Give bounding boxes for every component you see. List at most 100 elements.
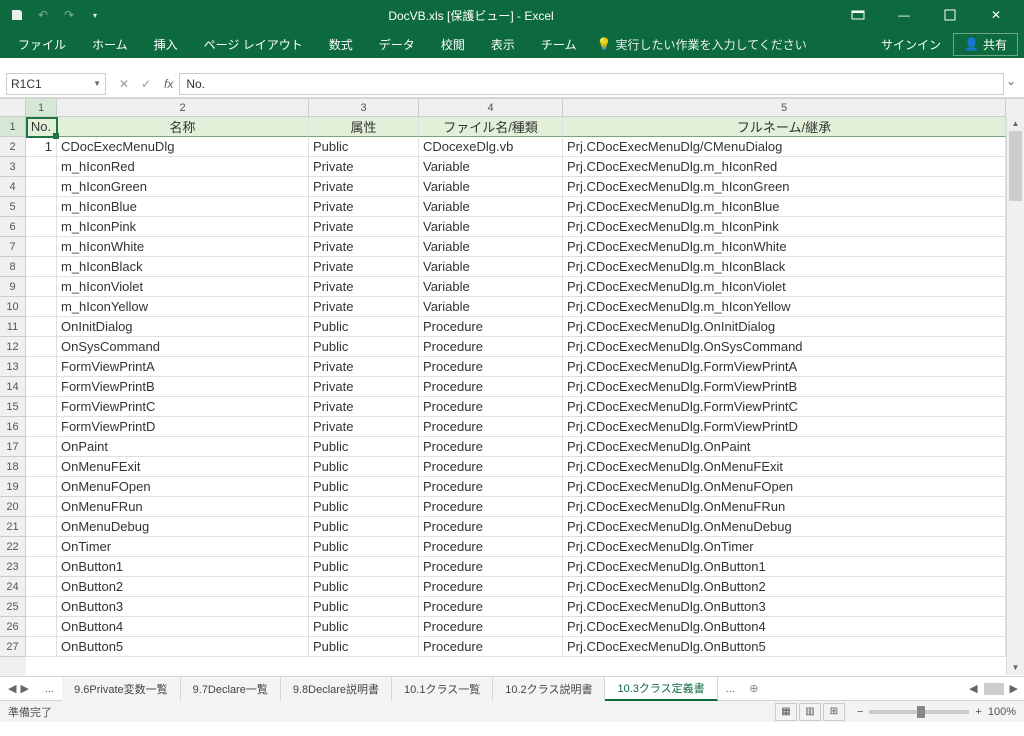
tab-home[interactable]: ホーム xyxy=(80,30,140,58)
col-header-4[interactable]: 4 xyxy=(419,99,563,117)
zoom-in-button[interactable]: + xyxy=(975,706,981,718)
col-header-3[interactable]: 3 xyxy=(309,99,419,117)
cell[interactable] xyxy=(26,337,57,357)
qat-dropdown-icon[interactable]: ▾ xyxy=(84,4,106,26)
select-all-corner[interactable] xyxy=(0,99,26,117)
zoom-level[interactable]: 100% xyxy=(988,706,1016,718)
cell[interactable]: Private xyxy=(309,237,419,257)
tab-view[interactable]: 表示 xyxy=(479,30,527,58)
cell[interactable] xyxy=(26,377,57,397)
cell[interactable]: Variable xyxy=(419,297,563,317)
cell[interactable]: Public xyxy=(309,537,419,557)
hscroll-thumb[interactable] xyxy=(984,683,1004,695)
cell[interactable]: Variable xyxy=(419,277,563,297)
cell[interactable]: Procedure xyxy=(419,337,563,357)
row-header[interactable]: 8 xyxy=(0,257,26,277)
cell[interactable]: Prj.CDocExecMenuDlg.OnButton1 xyxy=(563,557,1006,577)
cell[interactable]: Private xyxy=(309,277,419,297)
cell[interactable]: FormViewPrintB xyxy=(57,377,309,397)
cell[interactable]: Procedure xyxy=(419,517,563,537)
cell[interactable]: FormViewPrintC xyxy=(57,397,309,417)
cell[interactable]: Prj.CDocExecMenuDlg.m_hIconViolet xyxy=(563,277,1006,297)
table-header-cell[interactable]: 属性 xyxy=(309,117,419,137)
cell[interactable]: Variable xyxy=(419,177,563,197)
cell[interactable]: Public xyxy=(309,637,419,657)
maximize-button[interactable] xyxy=(928,0,972,30)
row-header[interactable]: 12 xyxy=(0,337,26,357)
cell[interactable]: OnButton4 xyxy=(57,617,309,637)
sheet-tab[interactable]: 10.3クラス定義書 xyxy=(605,677,717,701)
col-header-2[interactable]: 2 xyxy=(57,99,309,117)
cell[interactable]: Prj.CDocExecMenuDlg.OnSysCommand xyxy=(563,337,1006,357)
cell[interactable]: Prj.CDocExecMenuDlg.OnMenuDebug xyxy=(563,517,1006,537)
cell[interactable] xyxy=(26,317,57,337)
cell[interactable]: Private xyxy=(309,417,419,437)
cell[interactable]: OnPaint xyxy=(57,437,309,457)
cell[interactable]: Private xyxy=(309,177,419,197)
sheet-tab[interactable]: 10.2クラス説明書 xyxy=(493,677,605,701)
cell[interactable]: Prj.CDocExecMenuDlg.m_hIconRed xyxy=(563,157,1006,177)
cell[interactable]: Prj.CDocExecMenuDlg.OnPaint xyxy=(563,437,1006,457)
cell[interactable] xyxy=(26,297,57,317)
col-header-5[interactable]: 5 xyxy=(563,99,1006,117)
cell[interactable]: Procedure xyxy=(419,457,563,477)
sheet-tab[interactable]: 9.8Declare説明書 xyxy=(281,677,392,701)
cell[interactable]: Procedure xyxy=(419,597,563,617)
cell[interactable]: Procedure xyxy=(419,557,563,577)
row-header[interactable]: 2 xyxy=(0,137,26,157)
cell[interactable]: Private xyxy=(309,157,419,177)
cell[interactable]: Public xyxy=(309,317,419,337)
cell[interactable]: Private xyxy=(309,357,419,377)
cell[interactable]: Prj.CDocExecMenuDlg.FormViewPrintD xyxy=(563,417,1006,437)
cell[interactable] xyxy=(26,497,57,517)
cell[interactable]: Procedure xyxy=(419,617,563,637)
row-header[interactable]: 22 xyxy=(0,537,26,557)
row-header[interactable]: 26 xyxy=(0,617,26,637)
cell[interactable]: Public xyxy=(309,337,419,357)
cell[interactable]: m_hIconGreen xyxy=(57,177,309,197)
cell[interactable]: OnButton3 xyxy=(57,597,309,617)
ribbon-options-icon[interactable] xyxy=(836,0,880,30)
cell[interactable]: Prj.CDocExecMenuDlg.OnMenuFRun xyxy=(563,497,1006,517)
view-pagebreak-icon[interactable]: ⊞ xyxy=(823,703,845,721)
row-header[interactable]: 23 xyxy=(0,557,26,577)
scroll-down-icon[interactable]: ▼ xyxy=(1007,661,1024,675)
cell[interactable]: Private xyxy=(309,257,419,277)
row-header[interactable]: 7 xyxy=(0,237,26,257)
cell[interactable]: OnButton5 xyxy=(57,637,309,657)
sheet-more-right[interactable]: ... xyxy=(718,683,743,695)
cell[interactable]: Public xyxy=(309,617,419,637)
cell[interactable]: Procedure xyxy=(419,497,563,517)
cell[interactable]: Prj.CDocExecMenuDlg.m_hIconBlue xyxy=(563,197,1006,217)
cell[interactable]: Public xyxy=(309,137,419,157)
cell[interactable]: Public xyxy=(309,557,419,577)
cell[interactable]: Procedure xyxy=(419,357,563,377)
sheet-tab[interactable]: 10.1クラス一覧 xyxy=(392,677,493,701)
cell[interactable]: Prj.CDocExecMenuDlg.m_hIconYellow xyxy=(563,297,1006,317)
sheet-nav-prev-icon[interactable]: ◀ xyxy=(8,682,16,695)
cell[interactable]: m_hIconWhite xyxy=(57,237,309,257)
table-header-cell[interactable]: 名称 xyxy=(57,117,309,137)
minimize-button[interactable]: ― xyxy=(882,0,926,30)
sheet-more-left[interactable]: ... xyxy=(37,683,62,695)
cell[interactable]: Private xyxy=(309,197,419,217)
tab-pagelayout[interactable]: ページ レイアウト xyxy=(192,30,315,58)
cell[interactable]: FormViewPrintA xyxy=(57,357,309,377)
cell[interactable]: OnMenuFExit xyxy=(57,457,309,477)
row-header[interactable]: 19 xyxy=(0,477,26,497)
cell[interactable] xyxy=(26,357,57,377)
tell-me-search[interactable]: 💡 実行したい作業を入力してください xyxy=(596,36,806,53)
cell[interactable] xyxy=(26,597,57,617)
redo-icon[interactable]: ↷ xyxy=(58,4,80,26)
cell[interactable]: Public xyxy=(309,577,419,597)
cell[interactable]: Public xyxy=(309,497,419,517)
cell[interactable]: Public xyxy=(309,477,419,497)
cell[interactable]: Public xyxy=(309,517,419,537)
cell[interactable]: Variable xyxy=(419,237,563,257)
undo-icon[interactable]: ↶ xyxy=(32,4,54,26)
row-header[interactable]: 11 xyxy=(0,317,26,337)
tab-file[interactable]: ファイル xyxy=(6,30,78,58)
zoom-slider[interactable] xyxy=(869,710,969,714)
cell[interactable]: Prj.CDocExecMenuDlg.FormViewPrintB xyxy=(563,377,1006,397)
cell[interactable]: Public xyxy=(309,437,419,457)
